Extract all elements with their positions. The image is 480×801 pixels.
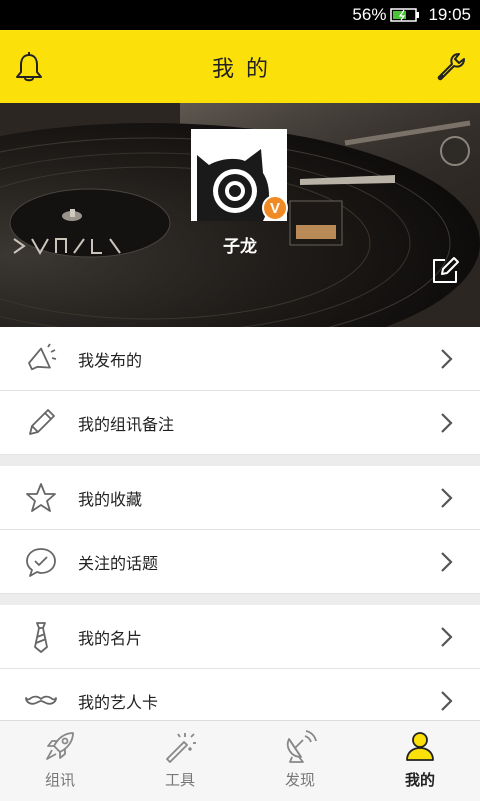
page-title: 我的 <box>211 56 280 82</box>
chevron-right-icon <box>441 488 453 508</box>
menu-item-label: 我的组讯备注 <box>78 414 175 434</box>
tab-tools[interactable]: 工具 <box>120 721 240 801</box>
satellite-dish-icon <box>286 730 317 763</box>
mustache-icon <box>25 695 57 705</box>
tab-label: 工具 <box>164 771 195 789</box>
menu-item-business-card[interactable]: 我的名片 <box>0 605 480 669</box>
rocket-icon <box>46 732 74 760</box>
bottom-nav: 组讯 工具 发现 我的 <box>0 720 480 801</box>
battery-icon <box>390 7 420 23</box>
menu-item-label: 我的名片 <box>78 628 143 648</box>
profile-banner: V 子龙 <box>0 103 480 327</box>
chevron-right-icon <box>441 552 453 572</box>
clock: 19:05 <box>428 5 471 24</box>
title-bar: 我的 <box>0 30 480 103</box>
battery-percent: 56% <box>352 5 387 24</box>
profile-menu: 我发布的 我的组讯备注 我的收藏 关注的话题 我的名片 我的艺人卡 <box>0 327 480 733</box>
tab-mine[interactable]: 我的 <box>360 721 480 801</box>
tie-icon <box>34 621 48 653</box>
section-divider <box>0 455 480 466</box>
wrench-icon[interactable] <box>434 50 468 84</box>
tab-label: 组讯 <box>44 771 75 789</box>
menu-item-favorites[interactable]: 我的收藏 <box>0 466 480 530</box>
chevron-right-icon <box>441 413 453 433</box>
magic-wand-icon <box>166 733 196 763</box>
edit-icon[interactable] <box>430 256 460 286</box>
menu-item-my-posts[interactable]: 我发布的 <box>0 327 480 391</box>
menu-item-label: 我的艺人卡 <box>78 692 159 712</box>
username[interactable]: 子龙 <box>0 232 480 257</box>
menu-item-label: 关注的话题 <box>78 553 159 573</box>
section-divider <box>0 594 480 605</box>
menu-item-followed-topics[interactable]: 关注的话题 <box>0 530 480 594</box>
chevron-right-icon <box>441 349 453 369</box>
person-icon <box>406 732 434 761</box>
chevron-right-icon <box>441 691 453 711</box>
chevron-right-icon <box>441 627 453 647</box>
tab-label: 发现 <box>284 771 315 789</box>
megaphone-icon <box>28 343 57 370</box>
tab-casting[interactable]: 组讯 <box>0 721 120 801</box>
tab-label: 我的 <box>404 771 435 789</box>
menu-item-notes[interactable]: 我的组讯备注 <box>0 391 480 455</box>
menu-item-label: 我发布的 <box>78 350 143 370</box>
menu-item-label: 我的收藏 <box>78 489 143 509</box>
chat-check-icon <box>26 547 56 577</box>
status-bar: 56% 19:05 <box>0 0 480 30</box>
verified-badge: V <box>262 195 288 221</box>
tab-discover[interactable]: 发现 <box>240 721 360 801</box>
pencil-icon <box>29 408 55 435</box>
star-icon <box>26 482 56 512</box>
